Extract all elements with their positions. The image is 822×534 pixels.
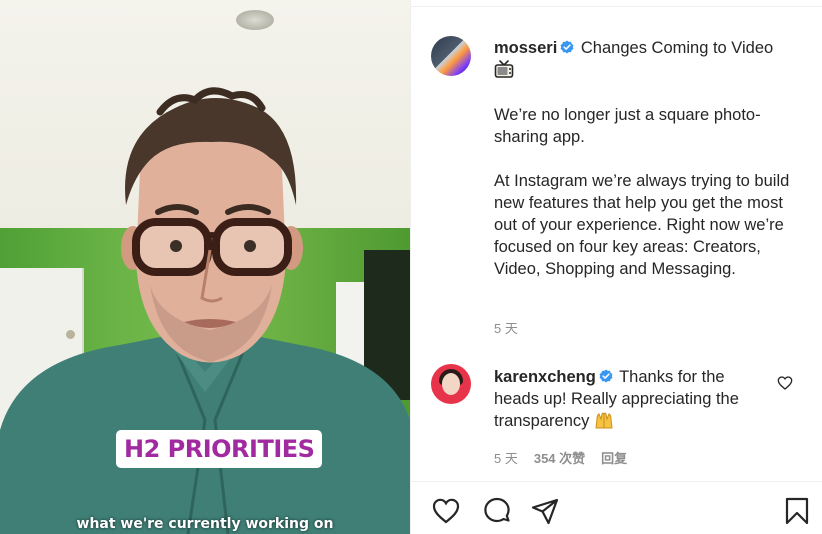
share-icon — [531, 498, 559, 525]
post-paragraph: At Instagram we’re always trying to buil… — [494, 172, 790, 278]
share-button[interactable] — [530, 496, 560, 526]
comment-timestamp[interactable]: 5 天 — [494, 448, 518, 467]
reply-button[interactable]: 回复 — [601, 448, 627, 467]
post-title: Changes Coming to Video — [580, 39, 774, 57]
raising-hands-icon — [595, 412, 613, 429]
avatar[interactable] — [431, 36, 471, 76]
post-caption: We’re no longer just a square photo-shar… — [494, 104, 794, 280]
commenter-avatar[interactable] — [431, 364, 471, 404]
post-author-username[interactable]: mosseri — [494, 39, 557, 57]
video-caption-chip: H2 PRIORITIES — [116, 430, 323, 468]
divider — [411, 481, 822, 482]
comment-icon — [484, 497, 510, 523]
video-player[interactable]: H2 PRIORITIES what we're currently worki… — [0, 0, 410, 534]
video-subtitle: what we're currently working on — [76, 516, 334, 532]
bookmark-icon — [785, 497, 809, 525]
comment-like-heart-icon[interactable] — [777, 375, 793, 391]
divider — [411, 6, 822, 7]
avatar-face — [442, 373, 460, 395]
comment-meta: 5 天 354 次赞 回复 — [494, 448, 627, 467]
verified-badge-icon — [560, 40, 574, 54]
like-button[interactable] — [431, 496, 461, 526]
post-timestamp[interactable]: 5 天 — [494, 318, 518, 337]
post-paragraph: We’re no longer just a square photo-shar… — [494, 106, 761, 146]
comment-button[interactable] — [482, 496, 512, 526]
save-button[interactable] — [782, 496, 812, 526]
comment: karenxcheng Thanks for the heads up! Rea… — [494, 366, 772, 432]
post-header: mosseri Changes Coming to Video — [494, 37, 804, 82]
comment-like-count[interactable]: 354 次赞 — [534, 448, 585, 467]
post-detail-panel: mosseri Changes Coming to Video We’re no… — [410, 0, 822, 534]
tv-icon — [494, 60, 514, 78]
heart-icon — [432, 498, 460, 524]
verified-badge-icon — [599, 369, 613, 383]
comment-author-username[interactable]: karenxcheng — [494, 368, 596, 386]
